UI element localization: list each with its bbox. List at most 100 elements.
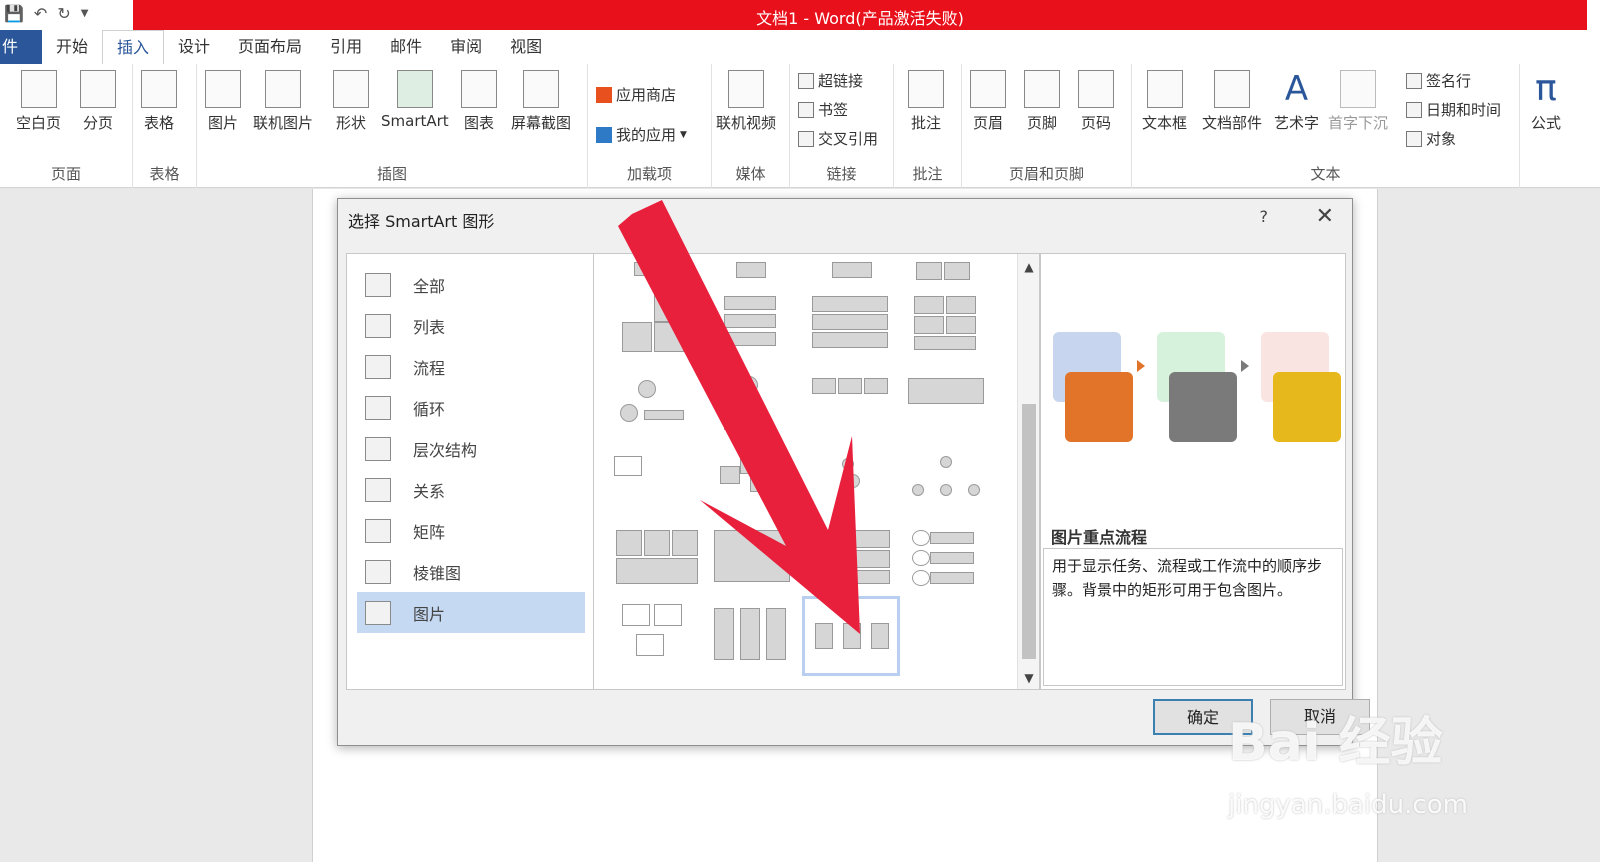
- category-list-item[interactable]: 列表: [357, 305, 585, 346]
- quick-parts-button[interactable]: 文档部件: [1202, 70, 1262, 133]
- textbox-button[interactable]: 文本框: [1142, 70, 1187, 133]
- tab-file[interactable]: 件: [0, 30, 42, 64]
- hyperlink-button[interactable]: 超链接: [798, 70, 863, 91]
- chart-button[interactable]: 图表: [461, 70, 497, 133]
- shapes-button[interactable]: 形状: [333, 70, 369, 133]
- layout-item[interactable]: [806, 292, 894, 364]
- picture-icon: [205, 70, 241, 108]
- tab-layout[interactable]: 页面布局: [224, 30, 316, 64]
- category-relationship[interactable]: 关系: [357, 469, 585, 510]
- tab-mailings[interactable]: 邮件: [376, 30, 436, 64]
- store-button[interactable]: 应用商店: [596, 84, 676, 105]
- cross-reference-button[interactable]: 交叉引用: [798, 128, 878, 149]
- my-apps-button[interactable]: 我的应用 ▼: [596, 124, 687, 145]
- relationship-icon: [365, 477, 391, 502]
- scroll-up-icon[interactable]: ▲: [1018, 260, 1039, 274]
- layout-item[interactable]: [614, 600, 702, 672]
- table-button[interactable]: 表格: [141, 70, 177, 133]
- gallery-scrollbar[interactable]: ▲ ▼: [1017, 254, 1039, 689]
- tab-insert[interactable]: 插入: [102, 30, 165, 64]
- screenshot-button[interactable]: 屏幕截图: [511, 70, 571, 133]
- wordart-icon: A: [1284, 69, 1309, 109]
- layout-item[interactable]: [614, 292, 702, 364]
- layout-item[interactable]: [902, 452, 990, 524]
- window-title: 文档1 - Word(产品激活失败): [756, 9, 964, 28]
- tab-view[interactable]: 视图: [496, 30, 556, 64]
- tab-review[interactable]: 审阅: [436, 30, 496, 64]
- category-process[interactable]: 流程: [357, 346, 585, 387]
- layout-item[interactable]: [710, 452, 798, 524]
- comment-button[interactable]: 批注: [908, 70, 944, 133]
- group-label-text: 文本: [1310, 165, 1341, 183]
- group-label-header-footer: 页眉和页脚: [1008, 165, 1084, 183]
- picture-button[interactable]: 图片: [205, 70, 241, 133]
- tab-home[interactable]: 开始: [42, 30, 102, 64]
- dialog-title: 选择 SmartArt 图形: [348, 212, 495, 231]
- signature-line-button[interactable]: 签名行: [1406, 70, 1471, 91]
- layout-item[interactable]: [902, 526, 990, 598]
- comment-icon: [908, 70, 944, 108]
- layout-item[interactable]: [614, 254, 702, 286]
- dropcap-icon: [1340, 70, 1376, 108]
- watermark-url: jingyan.baidu.com: [1228, 790, 1468, 820]
- layout-item[interactable]: [902, 292, 990, 364]
- layout-item[interactable]: [710, 254, 798, 286]
- group-label-tables: 表格: [149, 165, 180, 183]
- online-picture-button[interactable]: 联机图片: [253, 70, 313, 133]
- header-button[interactable]: 页眉: [970, 70, 1006, 133]
- blank-page-icon: [20, 70, 57, 108]
- date-time-button[interactable]: 日期和时间: [1406, 99, 1501, 120]
- page-number-button[interactable]: 页码: [1078, 70, 1114, 133]
- pyramid-icon: [365, 559, 391, 584]
- smartart-button[interactable]: SmartArt: [381, 70, 449, 130]
- object-button[interactable]: 对象: [1406, 128, 1456, 149]
- help-button[interactable]: ?: [1260, 207, 1269, 226]
- layout-item[interactable]: [902, 372, 990, 444]
- layout-item-picture-accent-process[interactable]: [802, 596, 900, 676]
- category-matrix[interactable]: 矩阵: [357, 510, 585, 551]
- layout-item[interactable]: [614, 452, 702, 524]
- category-pyramid[interactable]: 棱锥图: [357, 551, 585, 592]
- blank-page-button[interactable]: 空白页: [16, 70, 61, 133]
- preview-image: [1053, 332, 1341, 442]
- layout-item[interactable]: [806, 526, 894, 598]
- layout-item[interactable]: [614, 526, 702, 598]
- wordart-button[interactable]: A 艺术字: [1274, 70, 1319, 133]
- layout-item[interactable]: [902, 254, 990, 286]
- page-break-button[interactable]: 分页: [80, 70, 116, 133]
- group-tables: 表格 表格: [133, 64, 197, 188]
- layout-item[interactable]: [806, 254, 894, 286]
- close-icon[interactable]: ✕: [1316, 204, 1334, 229]
- group-media: 联机视频 媒体: [712, 64, 790, 188]
- category-picture[interactable]: 图片: [357, 592, 585, 633]
- tab-references[interactable]: 引用: [316, 30, 376, 64]
- process-icon: [365, 354, 391, 379]
- footer-icon: [1024, 70, 1060, 108]
- layout-item[interactable]: [710, 292, 798, 364]
- online-video-button[interactable]: 联机视频: [716, 70, 776, 133]
- category-all[interactable]: 全部: [357, 264, 585, 305]
- scroll-down-icon[interactable]: ▼: [1018, 671, 1039, 685]
- layout-item[interactable]: [806, 372, 894, 444]
- bookmark-button[interactable]: 书签: [798, 99, 848, 120]
- cross-reference-icon: [798, 130, 814, 147]
- layout-item[interactable]: [710, 526, 798, 598]
- shapes-icon: [333, 70, 369, 108]
- layout-item[interactable]: [710, 372, 798, 444]
- group-symbols: π 公式: [1520, 64, 1600, 188]
- hierarchy-icon: [365, 436, 391, 461]
- group-label-illustrations: 插图: [376, 165, 407, 183]
- layout-item[interactable]: [614, 372, 702, 444]
- bookmark-icon: [798, 101, 814, 118]
- smartart-icon: [396, 70, 433, 108]
- dropcap-button[interactable]: 首字下沉: [1328, 70, 1388, 133]
- scrollbar-thumb[interactable]: [1022, 404, 1036, 659]
- category-cycle[interactable]: 循环: [357, 387, 585, 428]
- equation-button[interactable]: π 公式: [1528, 70, 1564, 133]
- textbox-icon: [1146, 70, 1183, 108]
- layout-item[interactable]: [806, 452, 894, 524]
- footer-button[interactable]: 页脚: [1024, 70, 1060, 133]
- tab-design[interactable]: 设计: [164, 30, 224, 64]
- layout-item[interactable]: [710, 600, 798, 672]
- category-hierarchy[interactable]: 层次结构: [357, 428, 585, 469]
